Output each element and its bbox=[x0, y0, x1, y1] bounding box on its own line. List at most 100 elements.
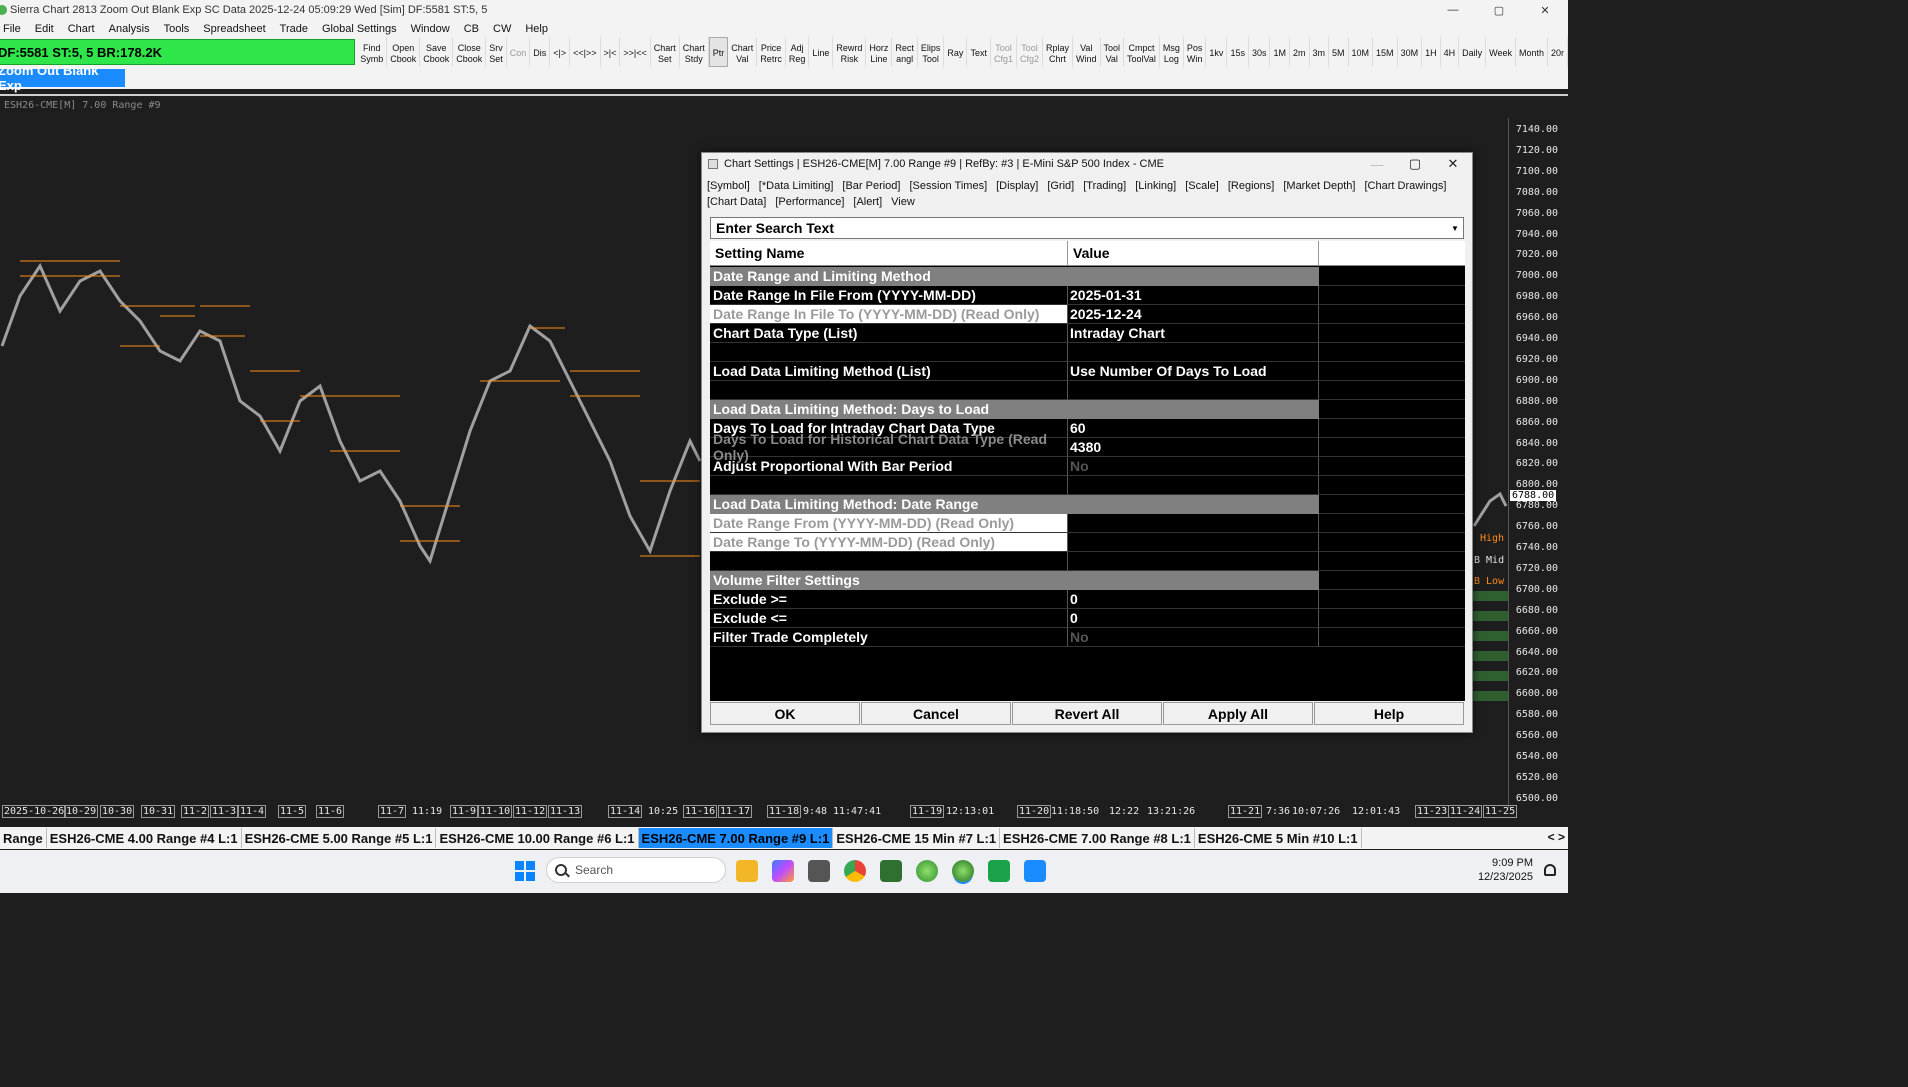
notification-bell-icon[interactable] bbox=[1544, 864, 1556, 876]
chartbook-label[interactable]: Zoom Out Blank Exp bbox=[0, 63, 125, 93]
setting-row[interactable]: Filter Trade Completely No bbox=[710, 628, 1465, 647]
start-icon[interactable] bbox=[515, 861, 535, 881]
toolbar-button[interactable]: 4H bbox=[1441, 37, 1460, 67]
dialog-tab[interactable]: [Regions] bbox=[1228, 180, 1274, 192]
toolbar-button[interactable]: Rplay Chrt bbox=[1043, 37, 1073, 67]
menu-item-cw[interactable]: CW bbox=[486, 23, 518, 35]
setting-row[interactable]: Exclude >= 0 bbox=[710, 590, 1465, 609]
dialog-tab[interactable]: [*Data Limiting] bbox=[759, 180, 834, 192]
toolbar-button[interactable]: Tool Cfg1 bbox=[991, 37, 1017, 67]
sierra-chart-active-icon[interactable] bbox=[952, 860, 974, 882]
dialog-tab[interactable]: [Chart Drawings] bbox=[1364, 180, 1446, 192]
toolbar-button[interactable]: 30M bbox=[1398, 37, 1423, 67]
dialog-tab[interactable]: View bbox=[891, 196, 915, 208]
toolbar-button[interactable]: 30s bbox=[1249, 37, 1271, 67]
setting-row[interactable]: Chart Data Type (List) Intraday Chart bbox=[710, 324, 1465, 343]
help-button[interactable]: Help bbox=[1314, 702, 1464, 725]
toolbar-button[interactable]: 2m bbox=[1290, 37, 1310, 67]
toolbar-button[interactable]: Rect angl bbox=[892, 37, 918, 67]
time-scale[interactable]: 2025-10-26 10-29 10-30 10-31 11-2 11-3 11-4 11-… bbox=[0, 804, 1518, 820]
dialog-tab[interactable]: [Chart Data] bbox=[707, 196, 766, 208]
setting-row[interactable]: Adjust Proportional With Bar Period No bbox=[710, 457, 1465, 476]
toolbar-button[interactable]: Ptr bbox=[708, 37, 729, 67]
app-icon-star[interactable] bbox=[988, 860, 1010, 882]
setting-row[interactable]: Load Data Limiting Method (List) Use Numb… bbox=[710, 362, 1465, 381]
toolbar-button[interactable]: 1kv bbox=[1206, 37, 1228, 67]
toolbar-button[interactable]: 15s bbox=[1227, 37, 1249, 67]
setting-row[interactable]: Exclude <= 0 bbox=[710, 609, 1465, 628]
toolbar-button[interactable]: 10M bbox=[1349, 37, 1374, 67]
tab-scroll-arrows[interactable]: < > bbox=[1548, 830, 1565, 844]
chart-tab[interactable]: ESH26-CME 5 Min #10 L:1 bbox=[1195, 828, 1362, 848]
menu-item-global-settings[interactable]: Global Settings bbox=[315, 23, 404, 35]
connection-status[interactable]: DF:5581 ST:5, 5 BR:178.2K bbox=[0, 39, 356, 65]
maximize-button[interactable]: ▢ bbox=[1476, 0, 1522, 20]
toolbar-button[interactable]: Ray bbox=[944, 37, 968, 67]
menu-item-chart[interactable]: Chart bbox=[61, 23, 102, 35]
toolbar-button[interactable]: >|< bbox=[601, 37, 621, 67]
toolbar-button[interactable]: 15M bbox=[1373, 37, 1398, 67]
toolbar-button[interactable]: Tool Cfg2 bbox=[1017, 37, 1043, 67]
cancel-button[interactable]: Cancel bbox=[861, 702, 1011, 725]
toolbar-button[interactable]: Chart Val bbox=[728, 37, 758, 67]
toolbar-button[interactable]: Open Cbook bbox=[387, 37, 421, 67]
setting-row[interactable]: Days To Load for Historical Chart Data T… bbox=[710, 431, 1465, 463]
toolbar-button[interactable]: 5M bbox=[1329, 37, 1349, 67]
setting-row[interactable]: Date Range To (YYYY-MM-DD) (Read Only) bbox=[710, 533, 1465, 552]
toolbar-button[interactable]: Month bbox=[1516, 37, 1548, 67]
menu-item-analysis[interactable]: Analysis bbox=[102, 23, 157, 35]
dialog-tab[interactable]: [Performance] bbox=[775, 196, 844, 208]
toolbar-button[interactable]: Line bbox=[809, 37, 834, 67]
toolbar-button[interactable]: >>|<< bbox=[620, 37, 651, 67]
menu-item-tools[interactable]: Tools bbox=[157, 23, 197, 35]
toolbar-button[interactable]: 1M bbox=[1270, 37, 1290, 67]
menu-item-file[interactable]: File bbox=[0, 23, 28, 35]
menu-item-spreadsheet[interactable]: Spreadsheet bbox=[196, 23, 272, 35]
toolbar-button[interactable]: Tool Val bbox=[1101, 37, 1125, 67]
revert-all-button[interactable]: Revert All bbox=[1012, 702, 1162, 725]
dialog-maximize-button[interactable]: ▢ bbox=[1396, 153, 1434, 175]
toolbar-button[interactable]: Val Wind bbox=[1073, 37, 1101, 67]
toolbar-button[interactable]: 20r bbox=[1548, 37, 1568, 67]
toolbar-button[interactable]: 3m bbox=[1310, 37, 1330, 67]
ok-button[interactable]: OK bbox=[710, 702, 860, 725]
setting-value[interactable]: 0 bbox=[1068, 590, 1319, 609]
toolbar-button[interactable]: Horz Line bbox=[866, 37, 893, 67]
dialog-tab[interactable]: [Market Depth] bbox=[1283, 180, 1355, 192]
toolbar-button[interactable]: Rewrd Risk bbox=[833, 37, 867, 67]
apply-all-button[interactable]: Apply All bbox=[1163, 702, 1313, 725]
setting-row[interactable]: Date Range In File To (YYYY-MM-DD) (Read… bbox=[710, 305, 1465, 324]
sierra-chart-icon[interactable] bbox=[916, 860, 938, 882]
chart-tab[interactable]: ESH26-CME 10.00 Range #6 L:1 bbox=[436, 828, 639, 848]
dialog-tab[interactable]: [Grid] bbox=[1047, 180, 1074, 192]
menu-item-help[interactable]: Help bbox=[518, 23, 555, 35]
taskbar-search[interactable]: Search bbox=[546, 857, 726, 883]
m365-icon[interactable] bbox=[772, 860, 794, 882]
menu-item-edit[interactable]: Edit bbox=[28, 23, 61, 35]
dialog-tab[interactable]: [Display] bbox=[996, 180, 1038, 192]
chart-tab[interactable]: ESH26-CME 7.00 Range #9 L:1 bbox=[638, 828, 834, 848]
chart-tab[interactable]: Range bbox=[0, 828, 47, 848]
toolbar-button[interactable]: Close Cbook bbox=[453, 37, 487, 67]
toolbar-button[interactable]: Con bbox=[507, 37, 531, 67]
chart-tab[interactable]: ESH26-CME 5.00 Range #5 L:1 bbox=[242, 828, 437, 848]
file-explorer-icon[interactable] bbox=[736, 860, 758, 882]
setting-row[interactable]: Date Range From (YYYY-MM-DD) (Read Only) bbox=[710, 514, 1465, 533]
setting-value[interactable]: 2025-01-31 bbox=[1068, 286, 1319, 305]
setting-value[interactable]: Intraday Chart bbox=[1068, 324, 1319, 343]
dialog-tab[interactable]: [Symbol] bbox=[707, 180, 750, 192]
system-clock[interactable]: 9:09 PM 12/23/2025 bbox=[1478, 856, 1533, 884]
toolbar-button[interactable]: Chart Set bbox=[651, 37, 680, 67]
app-icon-green[interactable] bbox=[880, 860, 902, 882]
dialog-tab[interactable]: [Alert] bbox=[853, 196, 882, 208]
setting-value[interactable]: 2025-12-24 bbox=[1068, 305, 1319, 324]
toolbar-button[interactable]: <|> bbox=[550, 37, 571, 67]
dialog-minimize-button[interactable]: — bbox=[1358, 153, 1396, 175]
setting-value[interactable]: 0 bbox=[1068, 609, 1319, 628]
toolbar-button[interactable]: Msg Log bbox=[1160, 37, 1184, 67]
app-icon-blue[interactable] bbox=[1024, 860, 1046, 882]
price-scale[interactable]: 7140.00 7120.00 7100.00 7080.00 7060.00 7040.… bbox=[1508, 118, 1568, 808]
minimize-button[interactable]: — bbox=[1430, 0, 1476, 20]
setting-value[interactable]: Use Number Of Days To Load bbox=[1068, 362, 1319, 381]
setting-search-box[interactable]: Enter Search Text ▼ bbox=[710, 217, 1464, 239]
